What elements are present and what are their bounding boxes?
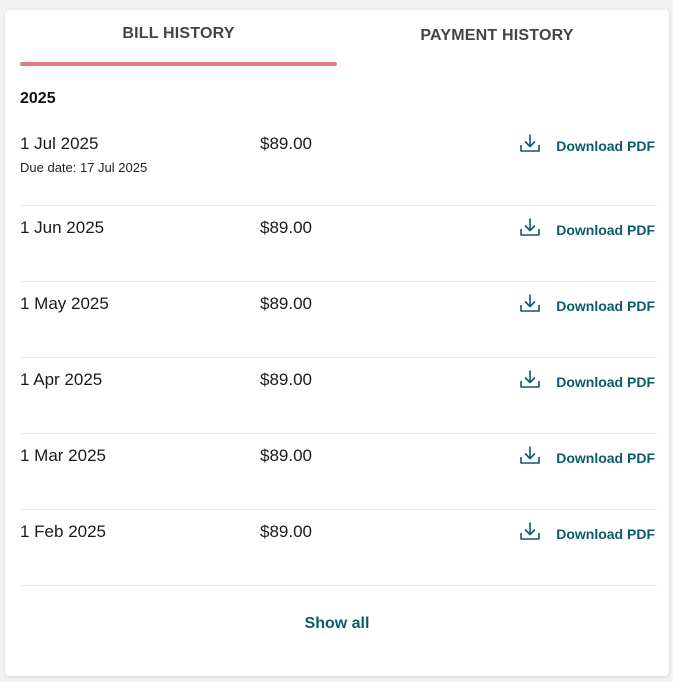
download-pdf-button[interactable]: Download PDF [519, 370, 655, 390]
bill-history-card: BILL HISTORY PAYMENT HISTORY 2025 1 Jul … [5, 10, 669, 676]
bill-amount: $89.00 [260, 370, 312, 389]
download-icon [520, 294, 541, 312]
bill-amount: $89.00 [260, 294, 312, 313]
download-pdf-label: Download PDF [556, 222, 655, 238]
download-pdf-button[interactable]: Download PDF [519, 294, 655, 314]
bill-amount: $89.00 [260, 134, 312, 153]
bill-due-date: Due date: 17 Jul 2025 [20, 160, 148, 175]
download-pdf-label: Download PDF [556, 450, 655, 466]
bill-row: 1 Jun 2025 $89.00 Download PDF [20, 206, 657, 282]
download-pdf-label: Download PDF [556, 526, 655, 542]
tab-bill-history-label: BILL HISTORY [122, 25, 235, 42]
download-icon [520, 134, 541, 152]
bill-row: 1 May 2025 $89.00 Download PDF [20, 282, 657, 358]
bill-row: 1 Mar 2025 $89.00 Download PDF [20, 434, 657, 510]
bill-date: 1 Apr 2025 [20, 370, 103, 389]
download-pdf-label: Download PDF [556, 298, 655, 314]
bill-list: 1 Jul 2025 Due date: 17 Jul 2025 $89.00 … [20, 122, 657, 586]
show-all-link[interactable]: Show all [5, 615, 669, 633]
bill-row: 1 Jul 2025 Due date: 17 Jul 2025 $89.00 … [20, 122, 657, 206]
history-tabs: BILL HISTORY PAYMENT HISTORY [20, 10, 657, 66]
download-pdf-button[interactable]: Download PDF [519, 522, 655, 542]
year-heading: 2025 [20, 90, 56, 107]
bill-amount: $89.00 [260, 446, 312, 465]
bill-row: 1 Feb 2025 $89.00 Download PDF [20, 510, 657, 586]
bill-row: 1 Apr 2025 $89.00 Download PDF [20, 358, 657, 434]
bill-amount: $89.00 [260, 218, 312, 237]
bill-date: 1 May 2025 [20, 294, 109, 313]
download-pdf-button[interactable]: Download PDF [519, 446, 655, 466]
download-icon [520, 522, 541, 540]
download-pdf-label: Download PDF [556, 138, 655, 154]
tab-bill-history[interactable]: BILL HISTORY [20, 10, 337, 66]
bill-date: 1 Mar 2025 [20, 446, 106, 465]
bill-date: 1 Jul 2025 [20, 134, 99, 153]
download-pdf-label: Download PDF [556, 374, 655, 390]
download-pdf-button[interactable]: Download PDF [519, 218, 655, 238]
bill-date: 1 Feb 2025 [20, 522, 107, 541]
bill-date: 1 Jun 2025 [20, 218, 105, 237]
download-icon [520, 218, 541, 236]
tab-payment-history-label: PAYMENT HISTORY [420, 27, 574, 44]
download-icon [520, 446, 541, 464]
tab-payment-history[interactable]: PAYMENT HISTORY [337, 10, 657, 66]
active-tab-indicator [20, 62, 337, 66]
download-pdf-button[interactable]: Download PDF [519, 134, 655, 154]
download-icon [520, 370, 541, 388]
bill-amount: $89.00 [260, 522, 312, 541]
